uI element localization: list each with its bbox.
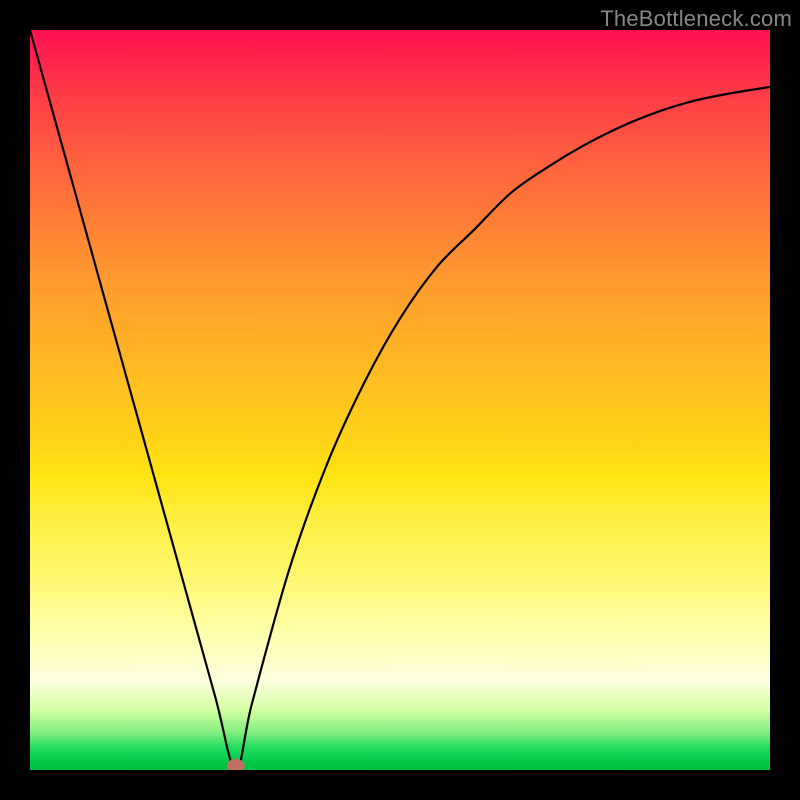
watermark-text: TheBottleneck.com bbox=[600, 6, 792, 32]
bottleneck-curve bbox=[30, 30, 770, 770]
chart-container: TheBottleneck.com bbox=[0, 0, 800, 800]
chart-svg bbox=[30, 30, 770, 770]
plot-area bbox=[30, 30, 770, 770]
minimum-marker bbox=[227, 759, 245, 770]
